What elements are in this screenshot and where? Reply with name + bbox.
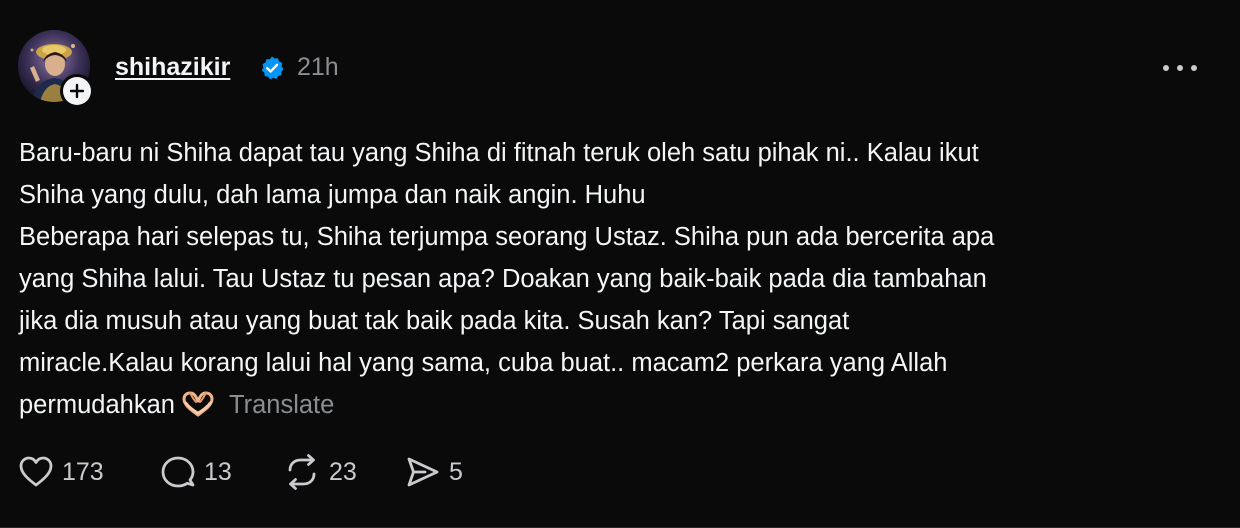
repost-icon [288, 454, 316, 490]
paper-plane-icon [407, 457, 439, 487]
post-text-last-line: permudahkan Translate [19, 384, 1219, 430]
post-text-line: miracle.Kalau korang lalui hal yang sama… [19, 349, 948, 377]
author-username[interactable]: shihazikir [115, 50, 230, 84]
repost-button[interactable]: 23 [283, 448, 405, 496]
reply-count: 13 [204, 457, 232, 486]
post-body: Baru-baru ni Shiha dapat tau yang Shiha … [19, 132, 1219, 430]
thread-post: shihazikir 21h Baru-baru ni Shiha dapat … [0, 0, 1240, 528]
repost-count: 23 [329, 457, 357, 486]
share-count: 5 [449, 457, 463, 486]
follow-badge [63, 77, 91, 105]
post-text-line: yang Shiha lalui. Tau Ustaz tu pesan apa… [19, 265, 987, 293]
heart-hands-icon [181, 388, 215, 430]
plus-icon [69, 83, 85, 99]
post-text-line: jika dia musuh atau yang buat tak baik p… [19, 307, 850, 335]
share-button[interactable]: 5 [405, 448, 463, 496]
like-count: 173 [62, 457, 104, 486]
post-timestamp: 21h [297, 53, 339, 81]
more-horizontal-icon [1163, 65, 1197, 71]
speech-bubble-icon [161, 456, 195, 488]
like-button[interactable]: 173 [18, 448, 116, 496]
author-avatar-wrap[interactable] [18, 30, 94, 108]
post-text-line: Baru-baru ni Shiha dapat tau yang Shiha … [19, 139, 979, 167]
post-text-line: Shiha yang dulu, dah lama jumpa dan naik… [19, 181, 646, 209]
more-options-button[interactable] [1158, 56, 1202, 80]
post-text-line: Beberapa hari selepas tu, Shiha terjumpa… [19, 223, 995, 251]
heart-icon [19, 456, 53, 487]
verified-badge-icon [261, 56, 284, 80]
translate-link[interactable]: Translate [229, 391, 334, 419]
post-actions: 173 13 23 5 [18, 448, 463, 496]
post-text-line: permudahkan [19, 391, 175, 419]
reply-button[interactable]: 13 [160, 448, 283, 496]
follow-button[interactable] [60, 74, 94, 108]
